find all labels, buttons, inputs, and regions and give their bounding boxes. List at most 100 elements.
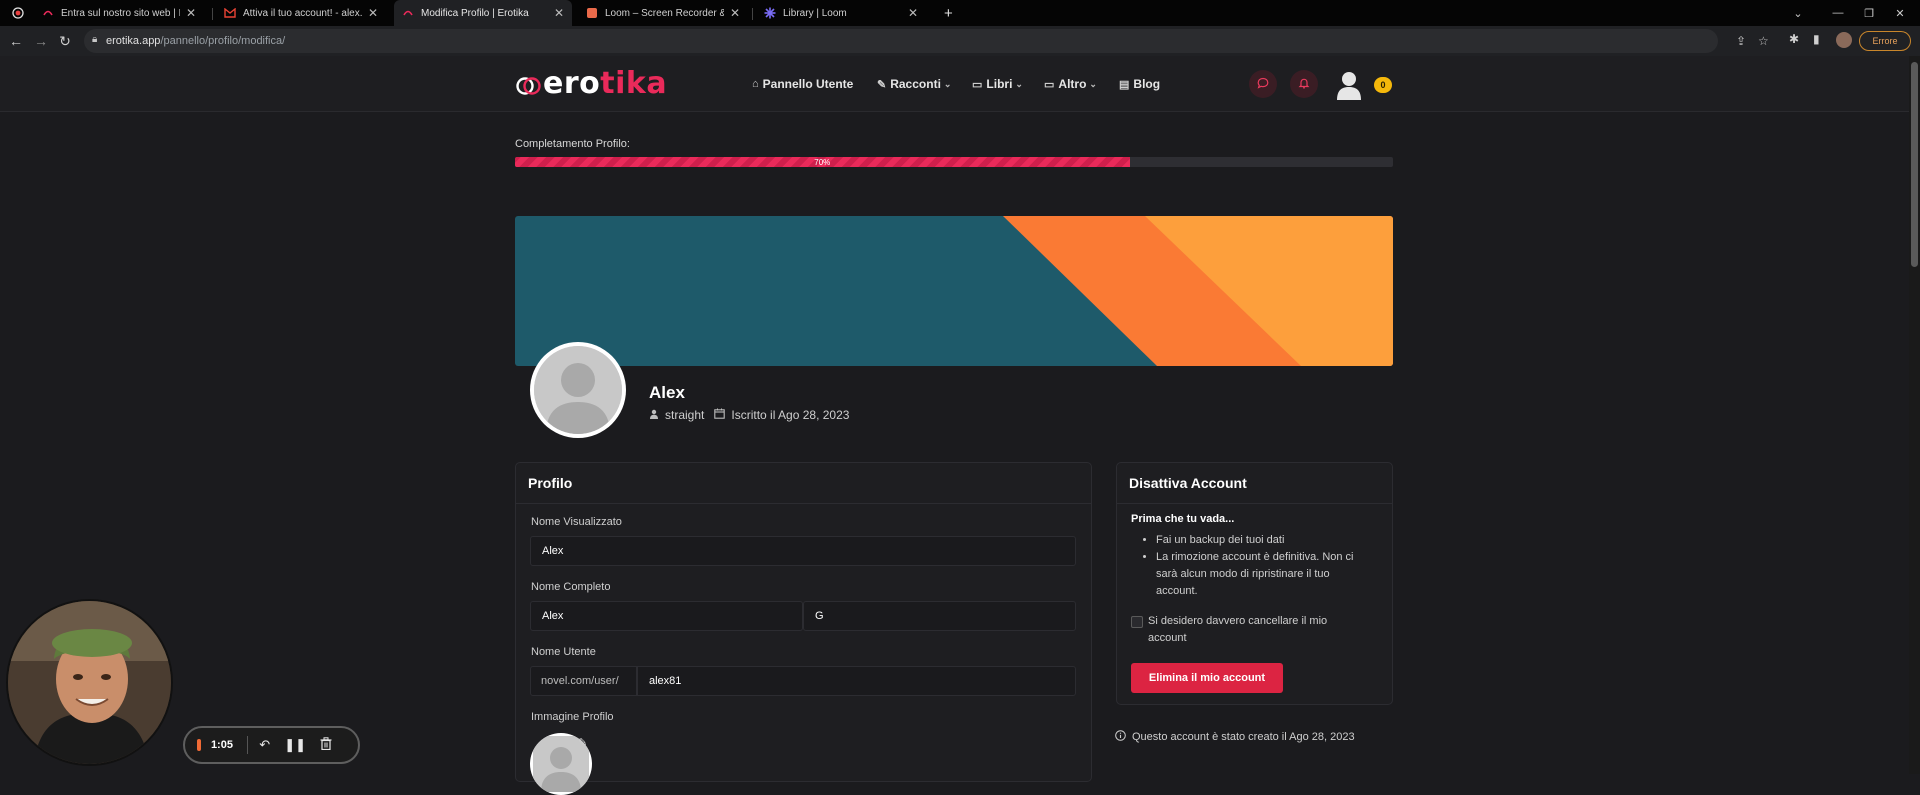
page-scrollbar[interactable] <box>1909 56 1920 774</box>
confirm-delete-checkbox[interactable] <box>1131 616 1143 628</box>
edit-image-pencil-icon[interactable]: ✎ <box>578 736 587 749</box>
tab-close-icon[interactable]: ✕ <box>368 6 378 20</box>
logo-text: erotika <box>543 66 667 101</box>
erotika-logo[interactable]: erotika <box>515 66 667 101</box>
nav-label: Pannello Utente <box>763 77 854 91</box>
loom-webcam-bubble[interactable] <box>6 599 173 766</box>
profile-avatar-icon[interactable] <box>1836 32 1852 48</box>
erotika-favicon-icon <box>402 7 414 19</box>
tab-search-icon[interactable]: ⌄ <box>1778 0 1818 26</box>
tab-title: Library | Loom <box>783 8 902 19</box>
nav-blog[interactable]: ▤ Blog <box>1119 77 1160 91</box>
tab-title: Modifica Profilo | Erotika <box>421 8 548 19</box>
list-item: Fai un backup dei tuoi dati <box>1156 532 1372 549</box>
browser-tab-strip: Entra sul nostro sito web | Erotika ✕ At… <box>0 0 1920 26</box>
share-icon[interactable]: ⇪ <box>1736 34 1746 48</box>
lock-icon[interactable]: 🔒︎ <box>92 34 97 45</box>
side-panel-icon[interactable]: ▮ <box>1813 32 1820 46</box>
display-name-label: Nome Visualizzato <box>531 516 622 528</box>
logo-mark-icon <box>515 72 543 96</box>
tab-divider <box>752 8 753 20</box>
tab-modifica-profilo[interactable]: Modifica Profilo | Erotika ✕ <box>394 0 572 26</box>
nav-more[interactable]: ▭ Altro ⌄ <box>1044 77 1097 91</box>
home-icon: ⌂ <box>752 78 759 90</box>
profile-completion-label: Completamento Profilo: <box>515 138 630 150</box>
user-avatar-button[interactable] <box>1333 68 1365 100</box>
recording-timer: 1:05 <box>211 739 233 751</box>
display-name-input[interactable]: Alex <box>530 536 1076 566</box>
calendar-icon <box>714 408 725 422</box>
back-icon[interactable]: ← <box>8 33 24 49</box>
book-icon: ▭ <box>972 78 982 91</box>
tab-gmail[interactable]: Attiva il tuo account! - alex.gamer ✕ <box>216 0 386 26</box>
gmail-favicon-icon <box>224 7 236 19</box>
nav-stories[interactable]: ✎ Racconti ⌄ <box>877 77 951 91</box>
scrollbar-thumb[interactable] <box>1911 62 1918 267</box>
delete-account-button[interactable]: Elimina il mio account <box>1131 663 1283 693</box>
undo-icon[interactable]: ↶ <box>259 737 270 753</box>
loom-asterisk-icon <box>764 7 776 19</box>
notifications-button[interactable] <box>1290 70 1318 98</box>
deactivate-warning-list: Fai un backup dei tuoi dati La rimozione… <box>1140 532 1372 600</box>
profile-completion-fill: 70% <box>515 157 1130 167</box>
tab-loom-library[interactable]: Library | Loom ✕ <box>756 0 926 26</box>
tab-close-icon[interactable]: ✕ <box>730 6 740 20</box>
nav-label: Altro <box>1058 77 1086 91</box>
close-window-icon[interactable]: ✕ <box>1880 0 1920 26</box>
list-item: La rimozione account è definitiva. Non c… <box>1156 549 1372 600</box>
chevron-down-icon: ⌄ <box>1089 79 1097 90</box>
site-header: erotika ⌂ Pannello Utente ✎ Racconti ⌄ ▭… <box>0 56 1909 112</box>
profile-meta: straight Iscritto il Ago 28, 2023 <box>649 408 849 422</box>
account-created-text: Questo account è stato creato il Ago 28,… <box>1132 731 1355 743</box>
profile-card-title: Profilo <box>516 463 1091 504</box>
chat-bubble-icon <box>1257 77 1269 92</box>
nav-books[interactable]: ▭ Libri ⌄ <box>972 77 1023 91</box>
tab-close-icon[interactable]: ✕ <box>908 6 918 20</box>
loom-recording-controls: 1:05 ↶ ❚❚ <box>183 726 360 764</box>
pause-icon[interactable]: ❚❚ <box>284 737 306 753</box>
erotika-favicon-icon <box>42 7 54 19</box>
tab-title: Attiva il tuo account! - alex.gamer <box>243 8 362 19</box>
stop-recording-button[interactable] <box>197 739 201 751</box>
nav-label: Libri <box>986 77 1012 91</box>
confirm-delete-label[interactable]: Si desidero davvero cancellare il mio ac… <box>1148 613 1368 647</box>
username-input[interactable]: alex81 <box>637 666 1076 696</box>
webcam-person-image <box>8 601 173 766</box>
reload-icon[interactable]: ↻ <box>57 33 73 49</box>
extensions-icon[interactable]: ✱ <box>1789 32 1799 46</box>
username-prefix: novel.com/user/ <box>530 666 637 696</box>
bell-icon <box>1298 77 1310 92</box>
nav-dashboard[interactable]: ⌂ Pannello Utente <box>752 77 853 91</box>
deactivate-card-title: Disattiva Account <box>1117 463 1392 504</box>
forward-icon[interactable]: → <box>33 33 49 49</box>
messages-button[interactable] <box>1249 70 1277 98</box>
newspaper-icon: ▤ <box>1119 78 1129 91</box>
tab-loom-extension[interactable]: Loom – Screen Recorder & Screen ✕ <box>578 0 748 26</box>
profile-name: Alex <box>649 383 685 403</box>
chevron-down-icon: ⌄ <box>944 79 952 90</box>
tab-close-icon[interactable]: ✕ <box>554 6 564 20</box>
cover-pattern <box>515 216 1393 366</box>
coins-badge[interactable]: 0 <box>1374 77 1392 93</box>
profile-completion-bar: 70% <box>515 157 1393 167</box>
tab-erotika-login[interactable]: Entra sul nostro sito web | Erotika ✕ <box>34 0 204 26</box>
profile-image-label: Immagine Profilo <box>531 711 614 723</box>
nav-label: Blog <box>1133 77 1160 91</box>
user-icon <box>649 409 659 422</box>
trash-icon[interactable] <box>320 737 332 753</box>
address-bar[interactable]: 🔒︎ erotika.app/pannello/profilo/modifica… <box>84 29 1718 53</box>
tab-title: Loom – Screen Recorder & Screen <box>605 8 724 19</box>
first-name-input[interactable]: Alex <box>530 601 803 631</box>
info-icon <box>1115 730 1126 744</box>
profile-orientation: straight <box>665 408 704 422</box>
profile-completion-percent: 70% <box>814 158 830 167</box>
record-indicator-icon <box>12 0 32 26</box>
last-name-input[interactable]: G <box>803 601 1076 631</box>
nav-label: Racconti <box>890 77 941 91</box>
account-created-note: Questo account è stato creato il Ago 28,… <box>1115 730 1355 744</box>
browser-error-button[interactable]: Errore <box>1859 31 1911 51</box>
new-tab-button[interactable]: + <box>936 0 962 26</box>
tab-close-icon[interactable]: ✕ <box>186 6 196 20</box>
deactivate-warning-title: Prima che tu vada... <box>1131 513 1234 525</box>
bookmark-star-icon[interactable]: ☆ <box>1758 34 1769 48</box>
